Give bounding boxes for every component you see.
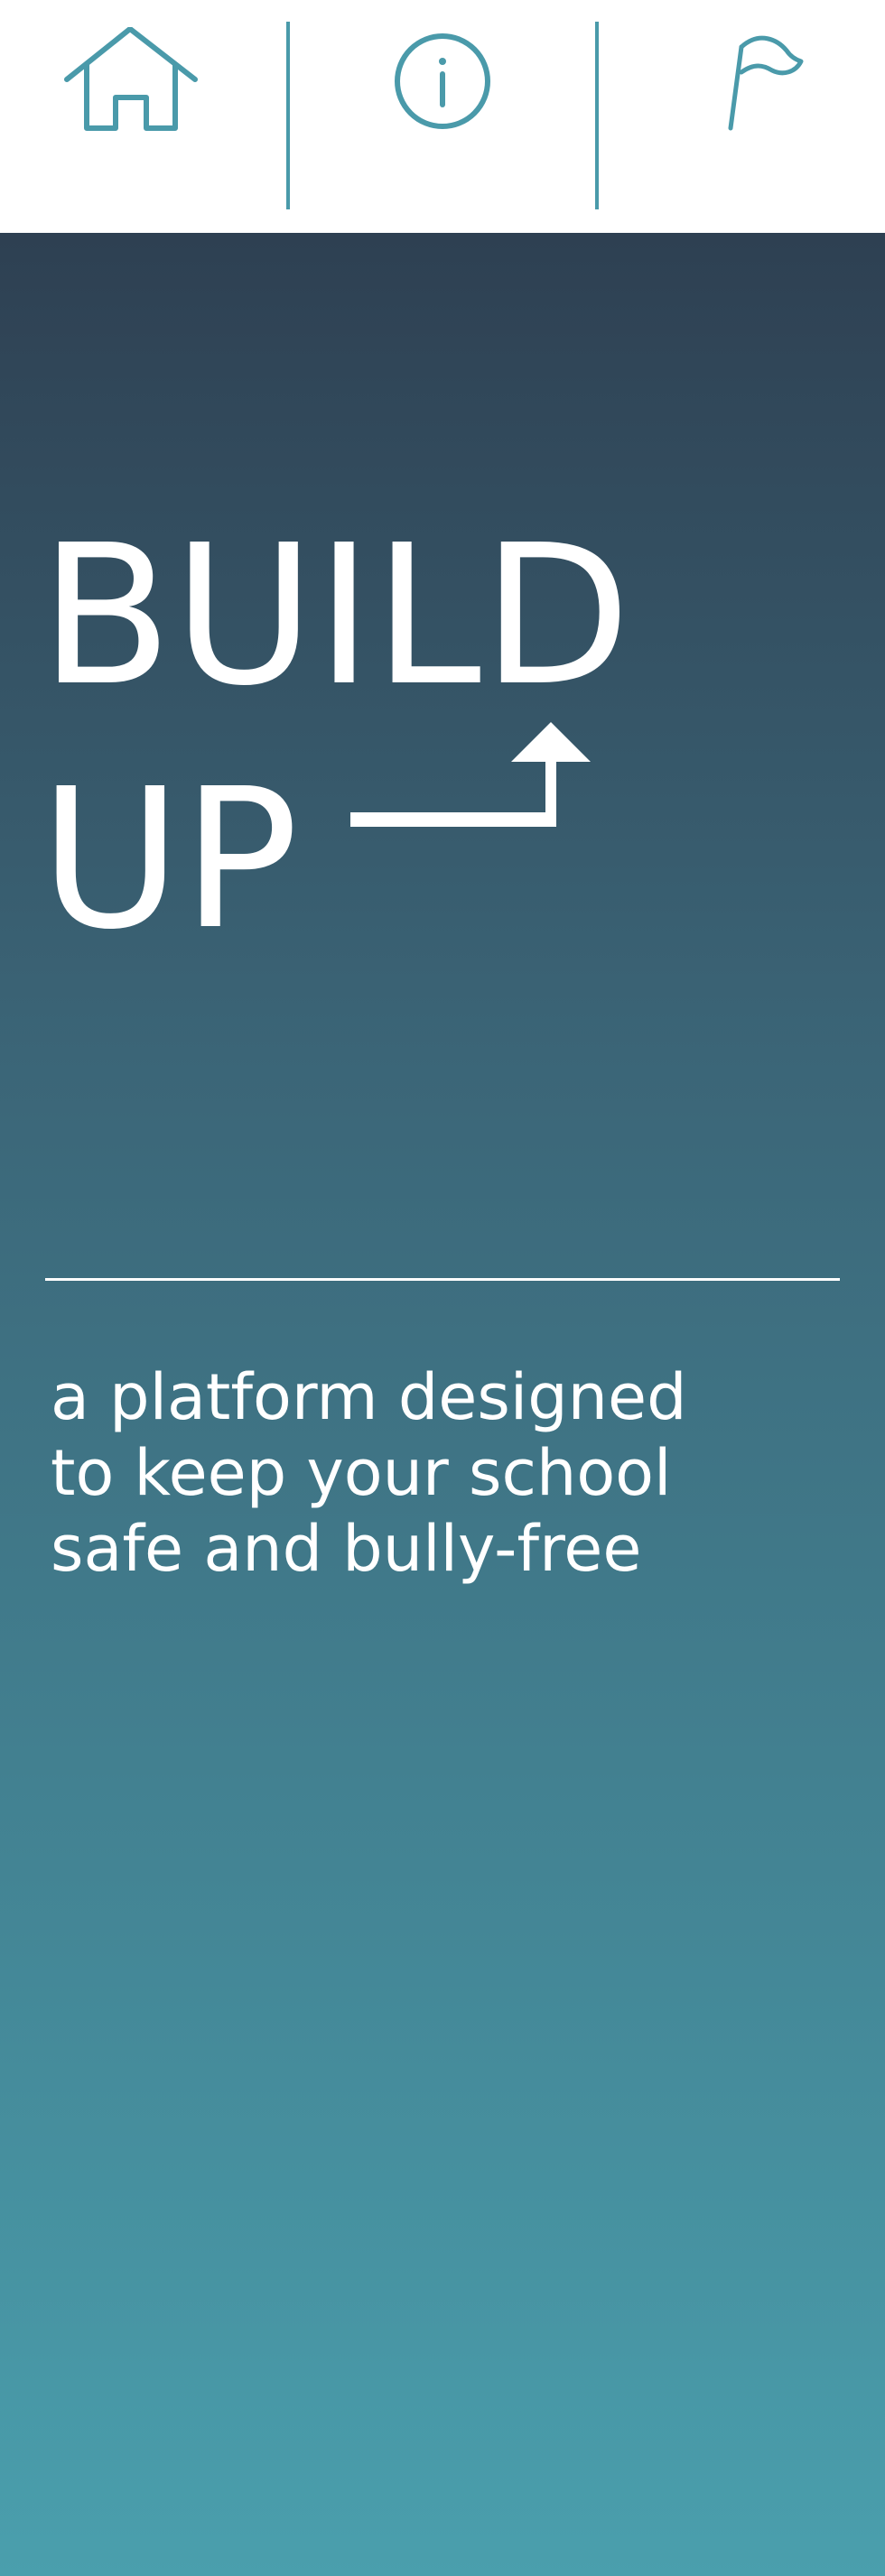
hero-section: BUILD UP a platform designed to keep you… xyxy=(0,233,885,2576)
nav-divider xyxy=(286,22,290,209)
tagline-text: a platform designed to keep your school … xyxy=(51,1360,687,1586)
home-icon xyxy=(64,27,198,131)
info-nav-button[interactable] xyxy=(366,0,519,162)
home-nav-button[interactable] xyxy=(54,0,208,162)
top-navigation xyxy=(0,0,885,233)
report-nav-button[interactable] xyxy=(677,0,831,162)
nav-divider xyxy=(595,22,599,209)
info-icon xyxy=(395,33,490,129)
divider-line xyxy=(45,1278,840,1281)
arrow-up-right-turn-icon xyxy=(350,722,591,827)
flag-icon xyxy=(728,35,804,131)
title-line-build: BUILD xyxy=(40,504,632,728)
